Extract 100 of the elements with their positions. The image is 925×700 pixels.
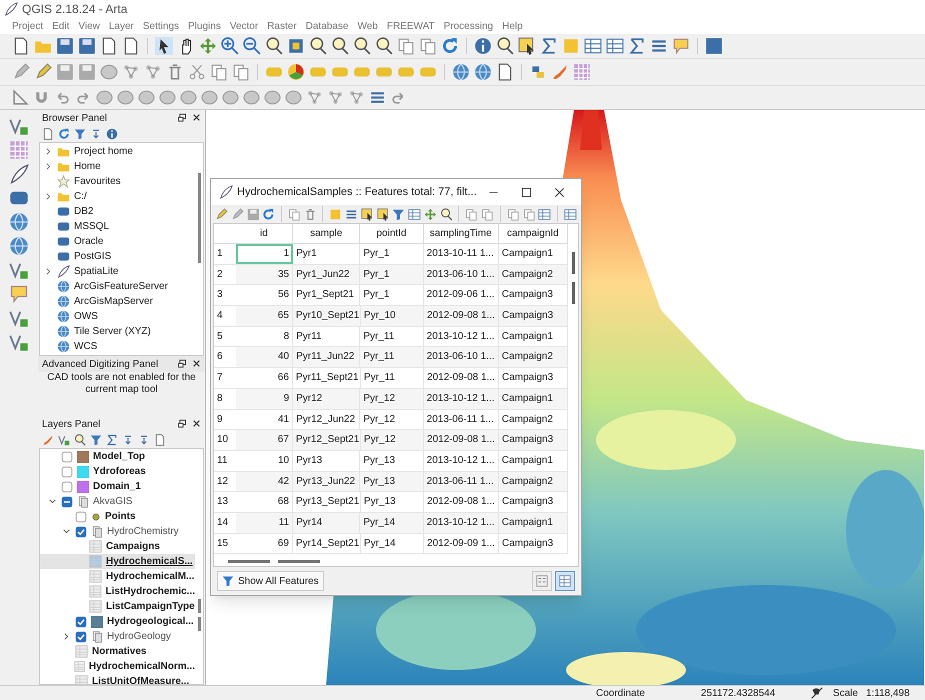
ruler-icon[interactable] — [12, 89, 29, 106]
menu-item[interactable]: Settings — [142, 18, 180, 34]
table-cell[interactable]: 2013-06-10 1... — [424, 264, 499, 284]
float-icon[interactable] — [178, 419, 188, 429]
page-icon[interactable] — [42, 128, 54, 140]
feather-icon[interactable] — [9, 164, 29, 184]
table-cell[interactable]: Pyr_11 — [360, 347, 424, 368]
layer-name[interactable]: HydrochemicalM... — [106, 569, 194, 584]
shape-icon[interactable] — [117, 89, 134, 106]
row-number[interactable]: 12 — [214, 472, 236, 492]
table-cell[interactable]: Campaign1 — [498, 244, 568, 264]
row-number[interactable]: 2 — [214, 264, 236, 284]
table-cell[interactable]: 67 — [236, 430, 293, 450]
shape-icon[interactable] — [201, 89, 218, 106]
browser-item[interactable]: DB2 — [74, 204, 94, 219]
form-view-button[interactable] — [532, 571, 552, 591]
table-cell[interactable]: 8 — [236, 326, 294, 346]
table-cell[interactable]: Pyr_14 — [360, 534, 424, 554]
menu-item[interactable]: Raster — [267, 18, 297, 34]
maximize-icon[interactable] — [521, 186, 532, 198]
menu-item[interactable]: Web — [357, 18, 378, 34]
table-cell[interactable]: Pyr10_Sept21 — [292, 306, 361, 326]
nodes-icon[interactable] — [144, 63, 162, 81]
table-cell[interactable]: 2013-10-12 1... — [424, 512, 499, 533]
move-icon[interactable] — [424, 208, 437, 220]
table-cell[interactable]: Campaign1 — [498, 450, 568, 471]
render-icon[interactable] — [810, 687, 823, 699]
close-icon[interactable] — [192, 113, 201, 122]
table-cell[interactable]: Pyr14 — [293, 512, 360, 533]
table-cell[interactable]: 40 — [236, 347, 294, 368]
table-cell[interactable]: Campaign3 — [498, 534, 568, 554]
table-view-button[interactable] — [555, 571, 575, 591]
funnel-icon[interactable] — [90, 434, 102, 446]
coordinate-field[interactable]: 251172.4328544 — [700, 686, 811, 700]
row-number[interactable]: 14 — [214, 512, 236, 533]
copy-icon[interactable] — [397, 37, 415, 55]
comment-icon[interactable] — [672, 37, 690, 55]
layer-name[interactable]: AkvaGIS — [93, 494, 132, 509]
table-cell[interactable]: Pyr_13 — [360, 450, 424, 471]
comment-icon[interactable] — [9, 284, 29, 304]
table-cell[interactable]: 11 — [236, 512, 294, 533]
table-cell[interactable]: Pyr_13 — [360, 472, 424, 492]
cursor-icon[interactable] — [155, 37, 173, 55]
checkbox[interactable] — [75, 616, 87, 628]
table-cell[interactable]: Pyr_12 — [360, 388, 424, 408]
zoom-extent-icon[interactable] — [287, 37, 305, 55]
scrollbar-thumb[interactable] — [198, 617, 200, 631]
layer-name[interactable]: Hydrogeological... — [107, 614, 194, 629]
menu-item[interactable]: Vector — [230, 18, 258, 34]
table-cell[interactable]: Campaign3 — [498, 306, 568, 326]
table-cell[interactable]: Campaign1 — [498, 326, 568, 346]
scrollbar-thumb[interactable] — [572, 252, 574, 274]
browser-item[interactable]: ArcGisFeatureServer — [74, 279, 168, 294]
table-cell[interactable]: 2012-09-06 1... — [424, 285, 499, 306]
nodes-icon[interactable] — [348, 89, 365, 106]
shape-icon[interactable] — [264, 89, 281, 106]
checkbox[interactable] — [75, 526, 87, 538]
checkbox[interactable] — [75, 510, 87, 522]
nodes-icon[interactable] — [122, 63, 140, 81]
table-cell[interactable]: 2012-09-08 1... — [424, 306, 499, 326]
table-icon[interactable] — [584, 37, 602, 55]
pencil-icon[interactable] — [215, 208, 228, 220]
shape-icon[interactable] — [180, 89, 197, 106]
globe-icon[interactable] — [9, 236, 29, 256]
table-cell[interactable]: Campaign3 — [498, 430, 568, 450]
page-icon[interactable] — [12, 37, 30, 55]
browser-item[interactable]: MSSQL — [74, 219, 110, 234]
menu-item[interactable]: Project — [12, 18, 44, 34]
table-cell[interactable]: 9 — [236, 388, 294, 408]
close-icon[interactable] — [554, 186, 565, 198]
checkbox[interactable] — [61, 450, 73, 462]
magnet-icon[interactable] — [33, 89, 50, 106]
refresh-icon[interactable] — [441, 37, 459, 55]
collapse-icon[interactable] — [90, 128, 102, 140]
info-icon[interactable] — [106, 128, 118, 140]
layer-name[interactable]: Campaigns — [106, 539, 160, 554]
table-cell[interactable]: 1 — [236, 244, 294, 264]
menu-item[interactable]: Processing — [444, 18, 494, 34]
column-header[interactable]: sample — [293, 224, 360, 243]
browser-item[interactable]: Oracle — [74, 234, 104, 249]
table-cell[interactable]: 68 — [236, 492, 293, 512]
table-cell[interactable]: Pyr_1 — [360, 244, 424, 264]
table-cell[interactable]: Pyr_1 — [360, 264, 424, 284]
menu-item[interactable]: Edit — [52, 18, 70, 34]
sigma-icon[interactable] — [106, 434, 118, 446]
table-cell[interactable]: 2013-10-12 1... — [424, 326, 499, 346]
table-cell[interactable]: 10 — [236, 450, 294, 471]
table-cell[interactable]: Pyr_12 — [360, 410, 424, 430]
table-cell[interactable]: 35 — [236, 264, 294, 284]
shape-icon[interactable] — [100, 63, 118, 81]
table-cell[interactable]: 2012-09-08 1... — [424, 430, 499, 450]
table-cell[interactable]: Campaign3 — [498, 368, 568, 388]
table-cell[interactable]: 2013-10-12 1... — [424, 450, 499, 471]
menu-item[interactable]: Help — [502, 18, 523, 34]
collapse-icon[interactable] — [122, 434, 134, 446]
table-cell[interactable]: Pyr_11 — [360, 368, 424, 388]
table-cell[interactable]: 69 — [236, 534, 293, 554]
shape-icon[interactable] — [159, 89, 176, 106]
table-cell[interactable]: 2013-06-11 1... — [424, 410, 499, 430]
filter-button[interactable]: Show All Features — [217, 571, 324, 591]
